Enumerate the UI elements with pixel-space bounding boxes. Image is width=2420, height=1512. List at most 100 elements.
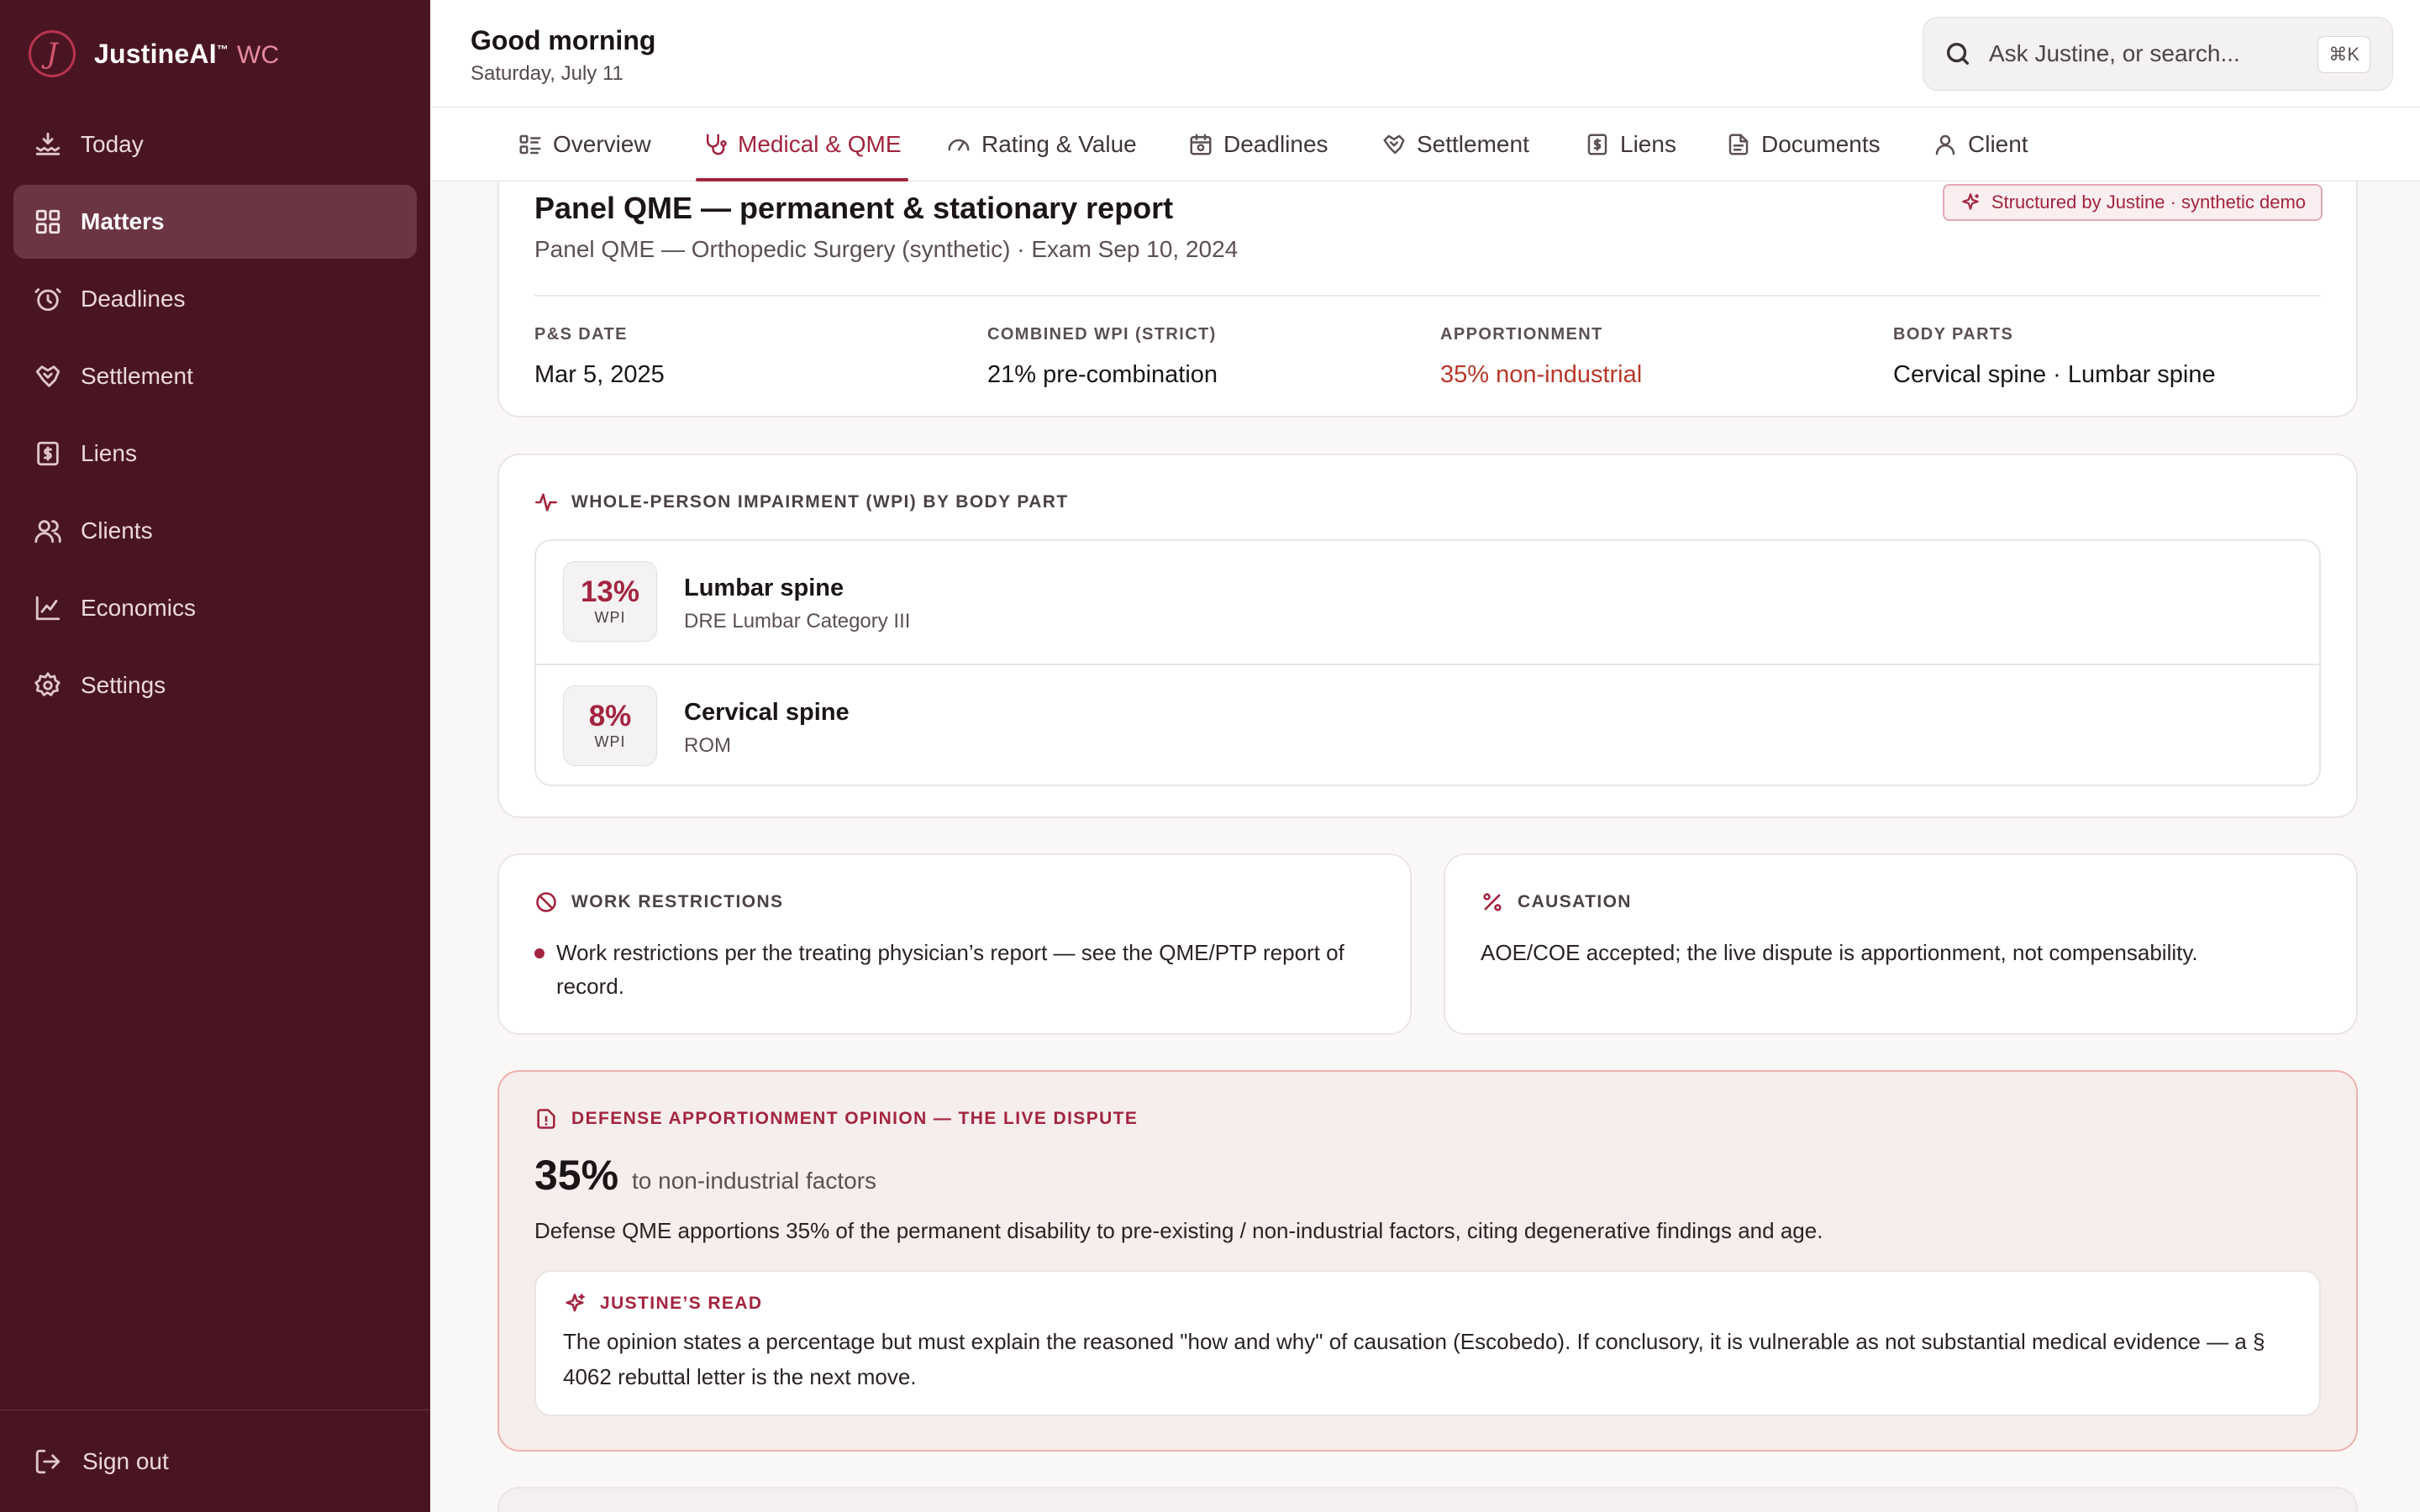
bullet-dot <box>534 948 544 958</box>
tab-label: Client <box>1968 131 2028 157</box>
report-title: Panel QME — permanent & stationary repor… <box>534 191 1174 225</box>
tab-deadlines[interactable]: Deadlines <box>1188 108 1328 181</box>
wpi-badge: 8% WPI <box>563 685 657 766</box>
sidebar-item-deadlines[interactable]: Deadlines <box>13 262 417 336</box>
handshake-icon <box>35 365 60 387</box>
calendar-icon <box>1190 134 1212 155</box>
section-title: CAUSATION <box>1518 892 1632 911</box>
defense-summary: Defense QME apportions 35% of the perman… <box>534 1218 1823 1243</box>
sidebar-nav: Today Matters Deadlines Settlement Liens… <box>13 108 417 726</box>
sidebar-item-label: Clients <box>81 517 153 543</box>
sign-out-button[interactable]: Sign out <box>0 1410 430 1512</box>
matter-tabs: Overview Medical & QME Rating & Value De… <box>430 108 2420 181</box>
brand-name-text: JustineAI <box>94 38 217 69</box>
sidebar-item-today[interactable]: Today <box>13 108 417 181</box>
work-restrictions-card: WORK RESTRICTIONS Work restrictions per … <box>497 853 1412 1035</box>
brand[interactable]: J JustineAI™ WC <box>29 29 279 79</box>
justine-read-heading: JUSTINE’S READ <box>563 1292 762 1315</box>
sidebar-item-label: Settlement <box>81 363 193 389</box>
tab-settlement[interactable]: Settlement <box>1381 108 1529 181</box>
tab-client[interactable]: Client <box>1933 108 2028 181</box>
sidebar-item-settings[interactable]: Settings <box>13 648 417 722</box>
divider <box>534 295 2321 297</box>
body-part-method: ROM <box>684 734 731 757</box>
apportionment-percent: 35% <box>534 1152 619 1199</box>
next-card-partial <box>497 1487 2358 1512</box>
sidebar-item-label: Today <box>81 131 144 157</box>
sparkle-icon <box>1962 193 1979 210</box>
search-shortcut-hint: ⌘K <box>2317 36 2370 73</box>
line-chart-icon <box>35 596 60 621</box>
search-input[interactable] <box>1989 40 2317 67</box>
wpi-percent: 8% <box>588 700 632 732</box>
user-icon <box>1935 134 1955 155</box>
tab-rating-value[interactable]: Rating & Value <box>946 108 1137 181</box>
stat-label: APPORTIONMENT <box>1440 325 1603 344</box>
sidebar-item-settlement[interactable]: Settlement <box>13 339 417 413</box>
badge-text: Structured by Justine · synthetic demo <box>1991 192 2306 213</box>
sidebar-item-economics[interactable]: Economics <box>13 571 417 645</box>
justine-read-card: JUSTINE’S READ The opinion states a perc… <box>534 1270 2321 1416</box>
sidebar-item-label: Economics <box>81 595 196 621</box>
tab-medical-qme[interactable]: Medical & QME <box>696 108 908 181</box>
stat-apportionment: APPORTIONMENT 35% non-industrial <box>1440 325 1642 389</box>
tab-liens[interactable]: Liens <box>1585 108 1676 181</box>
body-part-name: Lumbar spine <box>684 575 844 601</box>
causation-heading: CAUSATION <box>1481 890 1632 914</box>
section-title: JUSTINE’S READ <box>600 1294 763 1313</box>
tab-overview[interactable]: Overview <box>518 108 651 181</box>
defense-apportionment-card: DEFENSE APPORTIONMENT OPINION — THE LIVE… <box>497 1070 2358 1452</box>
tab-label: Documents <box>1761 131 1881 157</box>
tab-label: Medical & QME <box>738 131 902 157</box>
section-title: WHOLE-PERSON IMPAIRMENT (WPI) BY BODY PA… <box>571 492 1069 512</box>
brand-initial: J <box>46 37 58 71</box>
wpi-badge: 13% WPI <box>563 561 657 642</box>
document-icon <box>1728 134 1749 155</box>
tab-documents[interactable]: Documents <box>1726 108 1881 181</box>
sidebar: J JustineAI™ WC Today Matters Deadlines S… <box>0 0 430 1512</box>
tab-label: Deadlines <box>1223 131 1328 157</box>
causation-card: CAUSATION AOE/COE accepted; the live dis… <box>1444 853 2358 1035</box>
stat-value: Mar 5, 2025 <box>534 361 665 388</box>
gauge-icon <box>948 139 970 151</box>
wpi-row-lumbar[interactable]: 13% WPI Lumbar spine DRE Lumbar Category… <box>536 541 2319 664</box>
wpi-row-cervical[interactable]: 8% WPI Cervical spine ROM <box>536 664 2319 786</box>
brand-logo-icon: J <box>29 30 76 77</box>
body-part-method: DRE Lumbar Category III <box>684 610 911 633</box>
tab-label: Liens <box>1620 131 1676 157</box>
greeting: Good morning <box>471 25 656 55</box>
search-bar[interactable]: ⌘K <box>1923 17 2393 91</box>
causation-text: AOE/COE accepted; the live dispute is ap… <box>1481 940 2198 965</box>
defense-heading: DEFENSE APPORTIONMENT OPINION — THE LIVE… <box>534 1107 1138 1131</box>
wpi-unit: WPI <box>594 609 626 626</box>
brand-trademark: ™ <box>216 41 229 55</box>
wpi-card: WHOLE-PERSON IMPAIRMENT (WPI) BY BODY PA… <box>497 454 2358 818</box>
structured-by-badge: Structured by Justine · synthetic demo <box>1942 184 2323 221</box>
dollar-document-icon <box>1587 134 1607 155</box>
sidebar-item-clients[interactable]: Clients <box>13 494 417 568</box>
grid-icon <box>35 209 60 234</box>
sidebar-item-label: Matters <box>81 208 165 234</box>
gear-icon <box>34 672 60 696</box>
tab-label: Settlement <box>1417 131 1529 157</box>
sign-out-label: Sign out <box>82 1447 169 1474</box>
tab-label: Rating & Value <box>981 131 1137 157</box>
brand-name: JustineAI™ WC <box>94 39 279 70</box>
stat-combined-wpi: COMBINED WPI (STRICT) 21% pre-combinatio… <box>987 325 1218 389</box>
wpi-list: 13% WPI Lumbar spine DRE Lumbar Category… <box>534 539 2321 786</box>
tab-label: Overview <box>553 131 651 157</box>
sidebar-item-label: Settings <box>81 672 166 698</box>
restriction-item: Work restrictions per the treating physi… <box>556 940 1344 999</box>
stat-value: 21% pre-combination <box>987 361 1218 388</box>
stat-ps-date: P&S DATE Mar 5, 2025 <box>534 325 665 389</box>
wpi-heading: WHOLE-PERSON IMPAIRMENT (WPI) BY BODY PA… <box>534 491 1069 514</box>
alert-document-icon <box>537 1109 555 1129</box>
stat-label: COMBINED WPI (STRICT) <box>987 325 1217 344</box>
sidebar-item-matters[interactable]: Matters <box>13 185 417 259</box>
sidebar-item-liens[interactable]: Liens <box>13 417 417 491</box>
ban-icon <box>536 892 556 912</box>
current-date: Saturday, July 11 <box>471 62 623 85</box>
alarm-clock-icon <box>34 288 61 312</box>
section-title: DEFENSE APPORTIONMENT OPINION — THE LIVE… <box>571 1109 1139 1128</box>
stat-label: BODY PARTS <box>1893 325 2014 344</box>
